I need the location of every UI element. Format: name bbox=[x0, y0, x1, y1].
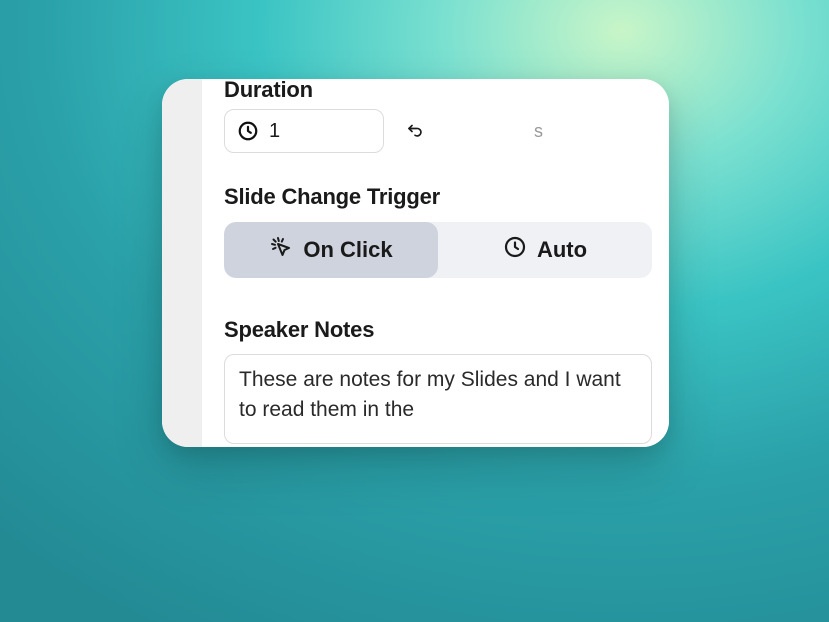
trigger-option-auto[interactable]: Auto bbox=[438, 222, 652, 278]
trigger-label: Slide Change Trigger bbox=[224, 184, 440, 210]
reset-duration-button[interactable] bbox=[402, 118, 428, 144]
trigger-segmented-control: On Click Auto bbox=[224, 222, 652, 278]
duration-row: s bbox=[224, 109, 428, 153]
clock-icon bbox=[237, 120, 259, 142]
trigger-option-on-click-label: On Click bbox=[303, 237, 392, 263]
click-icon bbox=[269, 235, 293, 265]
duration-label: Duration bbox=[224, 79, 313, 103]
duration-input-wrapper[interactable]: s bbox=[224, 109, 384, 153]
trigger-option-on-click[interactable]: On Click bbox=[224, 222, 438, 278]
speaker-notes-label: Speaker Notes bbox=[224, 317, 374, 343]
trigger-option-auto-label: Auto bbox=[537, 237, 587, 263]
speaker-notes-textarea[interactable] bbox=[224, 354, 652, 444]
clock-icon bbox=[503, 235, 527, 265]
undo-icon bbox=[406, 121, 424, 142]
settings-card: Duration s bbox=[162, 79, 669, 447]
duration-unit: s bbox=[534, 121, 543, 142]
settings-panel: Duration s bbox=[202, 79, 669, 447]
left-gutter bbox=[162, 79, 202, 447]
